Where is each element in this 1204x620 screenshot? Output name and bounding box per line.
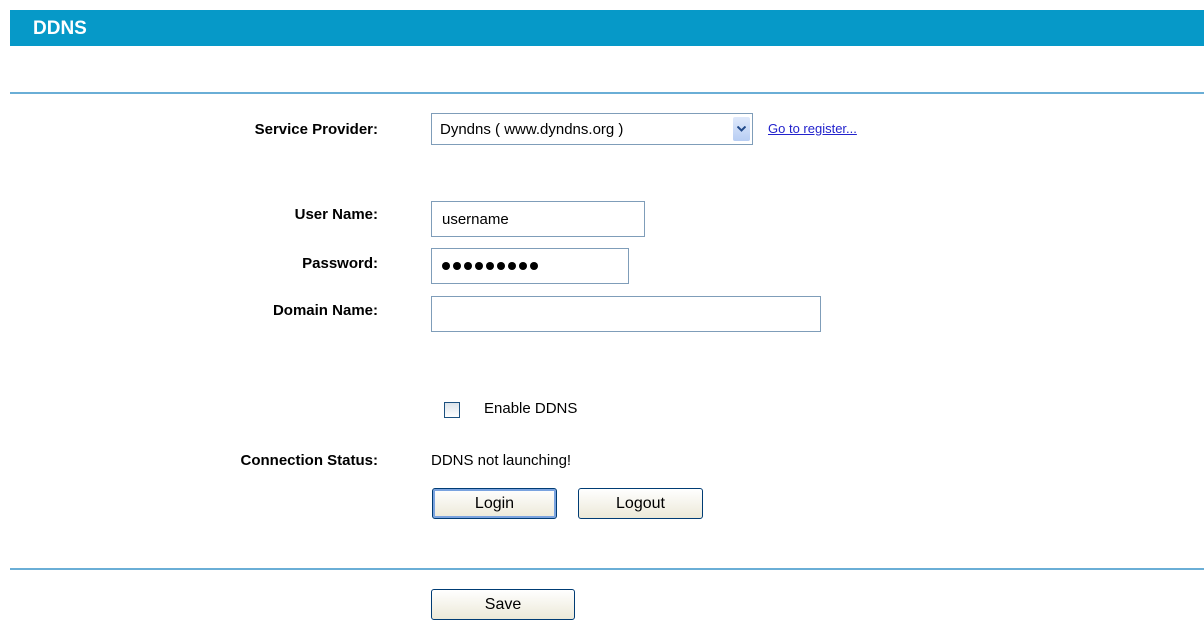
password-mask-dot: [530, 262, 538, 270]
username-value: username: [442, 210, 509, 228]
password-mask-dot: [475, 262, 483, 270]
password-label: Password:: [302, 255, 378, 272]
connection-status-value: DDNS not launching!: [431, 452, 572, 469]
service-provider-value: Dyndns ( www.dyndns.org ): [440, 120, 624, 138]
domain-label: Domain Name:: [272, 302, 378, 319]
chevron-down-icon[interactable]: [733, 117, 750, 141]
enable-ddns-label: Enable DDNS: [484, 400, 578, 417]
username-input[interactable]: username: [431, 201, 645, 237]
login-button[interactable]: Login: [432, 488, 557, 519]
password-input[interactable]: [431, 248, 629, 284]
password-mask-dot: [519, 262, 527, 270]
password-mask-dot: [486, 262, 494, 270]
password-mask-dot: [442, 262, 450, 270]
logout-button[interactable]: Logout: [578, 488, 703, 519]
service-provider-label: Service Provider:: [254, 121, 378, 138]
register-link[interactable]: Go to register...: [768, 121, 857, 136]
domain-input[interactable]: [431, 296, 821, 332]
service-provider-select[interactable]: Dyndns ( www.dyndns.org ): [431, 113, 753, 145]
password-mask-dot: [508, 262, 516, 270]
username-label: User Name:: [294, 206, 378, 223]
top-divider: [10, 92, 1204, 94]
save-button[interactable]: Save: [431, 589, 575, 620]
enable-ddns-checkbox[interactable]: [444, 402, 460, 418]
password-mask: [442, 262, 538, 270]
page-header: DDNS: [10, 10, 1204, 46]
password-mask-dot: [497, 262, 505, 270]
page-title: DDNS: [33, 18, 87, 39]
bottom-divider: [10, 568, 1204, 570]
password-mask-dot: [464, 262, 472, 270]
password-mask-dot: [453, 262, 461, 270]
connection-status-label: Connection Status:: [240, 452, 379, 469]
